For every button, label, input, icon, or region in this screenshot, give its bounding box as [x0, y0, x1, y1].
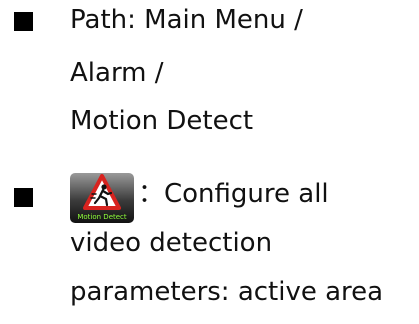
description-line-3: parameters: active area	[70, 277, 384, 307]
path-line-3: Motion Detect	[70, 106, 254, 136]
path-line-1: Path: Main Menu /	[70, 5, 303, 35]
path-line-2: Alarm /	[70, 58, 164, 88]
description-line-1: ：Configure all	[138, 179, 329, 209]
description-line-2: video detection	[70, 228, 273, 258]
warning-triangle-icon	[83, 174, 121, 210]
document-slide: { "bullets": [ { "lines": ["Path: Main M…	[0, 0, 419, 324]
motion-detect-icon: Motion Detect	[70, 173, 134, 223]
bullet-marker-2	[14, 188, 33, 207]
bullet-marker-1	[14, 12, 33, 31]
icon-caption: Motion Detect	[77, 213, 127, 221]
